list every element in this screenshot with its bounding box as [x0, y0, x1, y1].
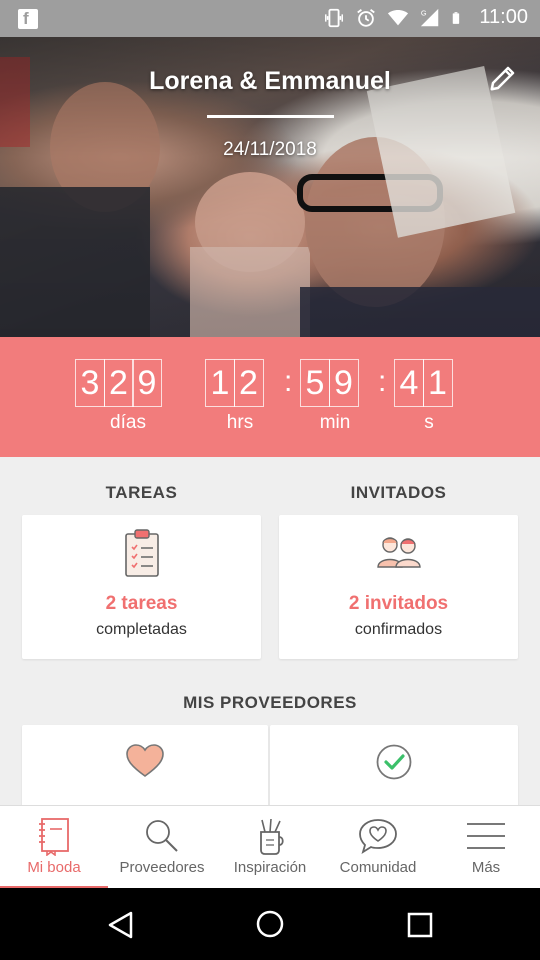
- providers-favorites-card[interactable]: [22, 725, 268, 805]
- nav-comunidad[interactable]: Comunidad: [324, 806, 432, 889]
- back-icon[interactable]: [106, 910, 136, 940]
- tasks-sub: completadas: [96, 621, 187, 638]
- guests-title: INVITADOS: [350, 483, 447, 502]
- vibrate-icon: [325, 8, 344, 27]
- nav-label: Más: [471, 859, 501, 876]
- nav-mi-boda[interactable]: Mi boda: [0, 806, 108, 889]
- digit: 1: [205, 359, 235, 407]
- digit: 1: [422, 359, 453, 407]
- bottom-navigation: Mi boda Proveedores Inspiración Comunida…: [0, 805, 540, 889]
- digit: 9: [132, 359, 162, 407]
- days-label: días: [110, 412, 146, 433]
- alarm-icon: [357, 8, 376, 27]
- guests-count: 2 invitados: [348, 593, 449, 614]
- minutes-digits: 5 9: [300, 359, 359, 407]
- status-icons: G 11:00: [323, 6, 528, 29]
- days-digits: 3 2 9: [75, 359, 162, 407]
- nav-label: Proveedores: [119, 859, 205, 876]
- status-time: 11:00: [479, 6, 528, 28]
- wifi-icon: [388, 9, 409, 25]
- wedding-date: 24/11/2018: [223, 139, 317, 160]
- menu-icon: [467, 823, 505, 849]
- digit: 4: [394, 359, 424, 407]
- search-icon: [146, 820, 178, 852]
- nav-inspiracion[interactable]: Inspiración: [216, 806, 324, 889]
- inspiration-icon: [260, 818, 284, 855]
- facebook-notification-icon: [18, 9, 38, 29]
- tasks-count: 2 tareas: [105, 593, 178, 614]
- dashboard-content: TAREAS INVITADOS 2 tareas completadas 2 …: [0, 457, 540, 805]
- digit: 9: [328, 359, 359, 407]
- hours-digits: 1 2: [205, 359, 264, 407]
- nav-mas[interactable]: Más: [432, 806, 540, 889]
- guests-couple-icon: [376, 537, 421, 568]
- wedding-countdown: 3 2 9 1 2 : 5 9 : 4 1 días hrs min s: [0, 337, 540, 457]
- providers-title: MIS PROVEEDORES: [183, 693, 357, 712]
- tasks-card[interactable]: 2 tareas completadas: [22, 515, 261, 659]
- battery-icon: [453, 11, 460, 24]
- guests-card[interactable]: 2 invitados confirmados: [279, 515, 518, 659]
- recents-icon[interactable]: [406, 911, 434, 939]
- colon-separator: :: [284, 365, 293, 398]
- check-circle-icon: [376, 744, 412, 780]
- couple-photo-header: Lorena & Emmanuel 24/11/2018: [0, 37, 540, 337]
- digit: 2: [103, 359, 134, 407]
- title-underline: [207, 115, 334, 118]
- status-bar: G 11:00: [0, 0, 540, 37]
- system-navigation-bar: [0, 888, 540, 960]
- chat-heart-icon: [359, 819, 397, 855]
- minutes-label: min: [319, 412, 351, 433]
- nav-label: Inspiración: [233, 859, 307, 876]
- nav-label: Mi boda: [27, 859, 81, 876]
- seconds-label: s: [424, 412, 434, 433]
- notebook-icon: [39, 818, 69, 856]
- home-icon[interactable]: [255, 909, 285, 939]
- hours-label: hrs: [226, 412, 254, 433]
- svg-text:G: G: [421, 8, 427, 17]
- tasks-title: TAREAS: [105, 483, 178, 502]
- nav-proveedores[interactable]: Proveedores: [108, 806, 216, 889]
- digit: 3: [75, 359, 105, 407]
- couple-names: Lorena & Emmanuel: [149, 67, 391, 95]
- clipboard-checklist-icon: [124, 529, 159, 577]
- colon-separator: :: [378, 365, 387, 398]
- nav-label: Comunidad: [339, 859, 417, 876]
- edit-pencil-icon[interactable]: [488, 63, 518, 93]
- seconds-digits: 4 1: [394, 359, 453, 407]
- digit: 2: [233, 359, 264, 407]
- cell-signal-icon: G: [421, 8, 439, 26]
- digit: 5: [300, 359, 330, 407]
- guests-sub: confirmados: [354, 621, 443, 638]
- providers-hired-card[interactable]: [270, 725, 518, 805]
- heart-icon: [126, 744, 164, 777]
